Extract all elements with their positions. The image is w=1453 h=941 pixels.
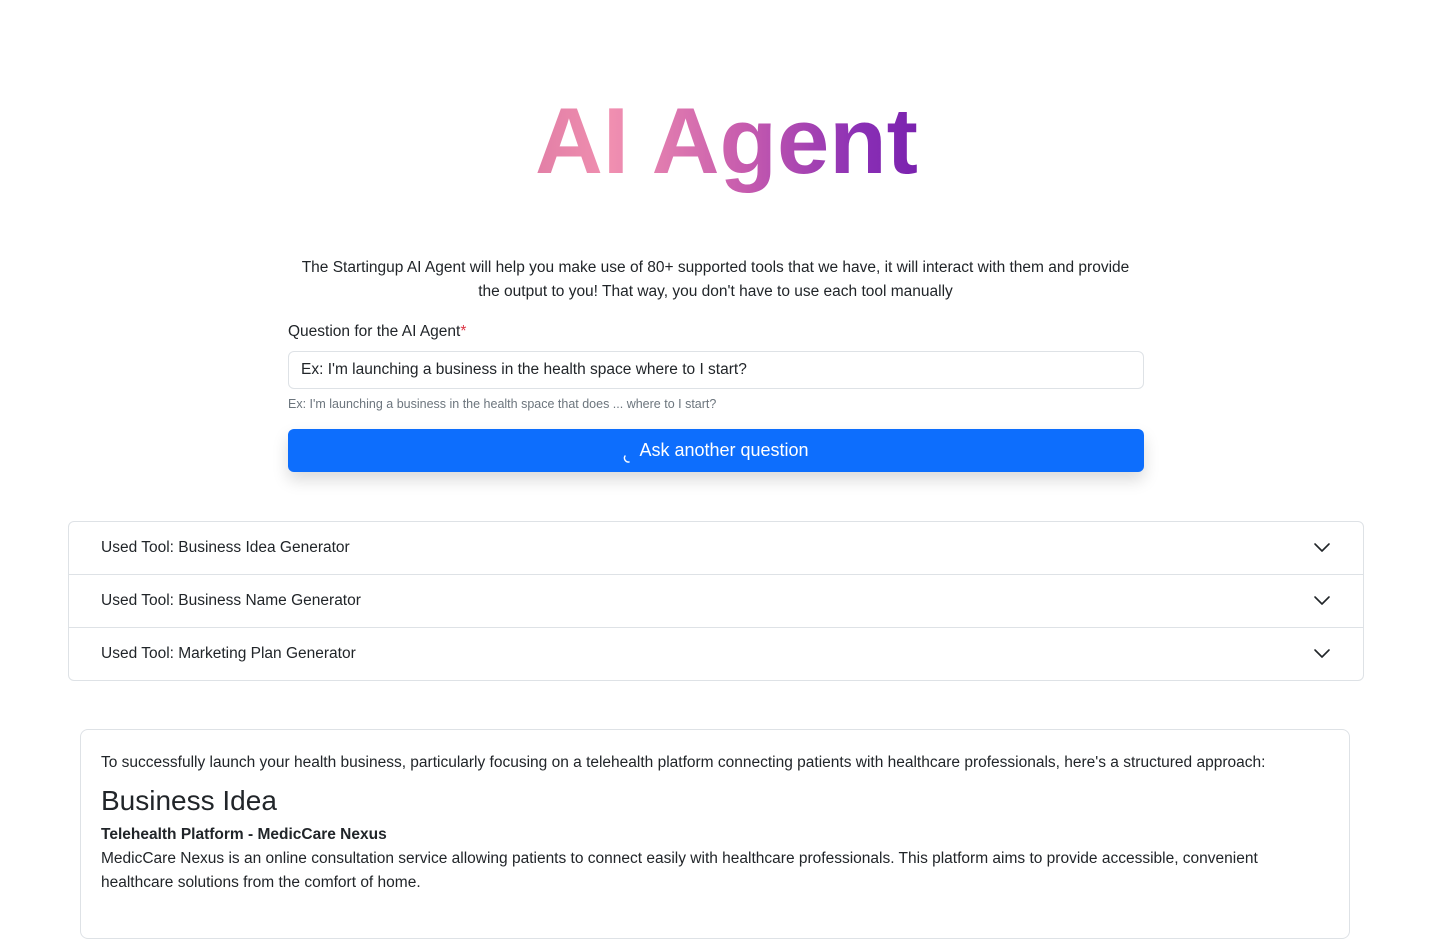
accordion-item-label: Used Tool: Business Idea Generator: [101, 539, 350, 556]
chevron-down-icon: [1314, 596, 1330, 605]
page-title: AI Agent: [0, 86, 1453, 196]
idea-title: Telehealth Platform - MedicCare Nexus: [101, 826, 387, 843]
question-help-text: Ex: I'm launching a business in the heal…: [288, 397, 717, 411]
accordion-item-label: Used Tool: Business Name Generator: [101, 592, 361, 609]
accordion-item-business-name-generator[interactable]: Used Tool: Business Name Generator: [69, 575, 1363, 628]
chevron-down-icon: [1314, 543, 1330, 552]
chevron-down-icon: [1314, 649, 1330, 658]
accordion-item-business-idea-generator[interactable]: Used Tool: Business Idea Generator: [69, 522, 1363, 575]
question-label: Question for the AI Agent*: [288, 320, 1144, 344]
question-label-text: Question for the AI Agent: [288, 323, 461, 340]
answer-intro: To successfully launch your health busin…: [101, 754, 1266, 771]
ask-another-question-button[interactable]: Ask another question: [288, 429, 1144, 472]
section-heading-business-idea: Business Idea: [101, 785, 277, 816]
accordion-item-label: Used Tool: Marketing Plan Generator: [101, 645, 356, 662]
spinner-icon: [623, 448, 633, 463]
page: AI Agent The Startingup AI Agent will he…: [0, 0, 1453, 941]
used-tools-accordion: Used Tool: Business Idea Generator Used …: [68, 521, 1364, 681]
page-title-text: AI Agent: [535, 88, 918, 193]
required-mark: *: [460, 323, 467, 340]
ask-button-label: Ask another question: [639, 440, 809, 460]
question-input[interactable]: [288, 351, 1144, 389]
accordion-item-marketing-plan-generator[interactable]: Used Tool: Marketing Plan Generator: [69, 628, 1363, 680]
intro-text: The Startingup AI Agent will help you ma…: [301, 259, 1130, 300]
question-form: Question for the AI Agent* Ex: I'm launc…: [288, 320, 1144, 472]
agent-answer-card: To successfully launch your health busin…: [80, 729, 1350, 939]
idea-description: MedicCare Nexus is an online consultatio…: [101, 850, 1258, 891]
